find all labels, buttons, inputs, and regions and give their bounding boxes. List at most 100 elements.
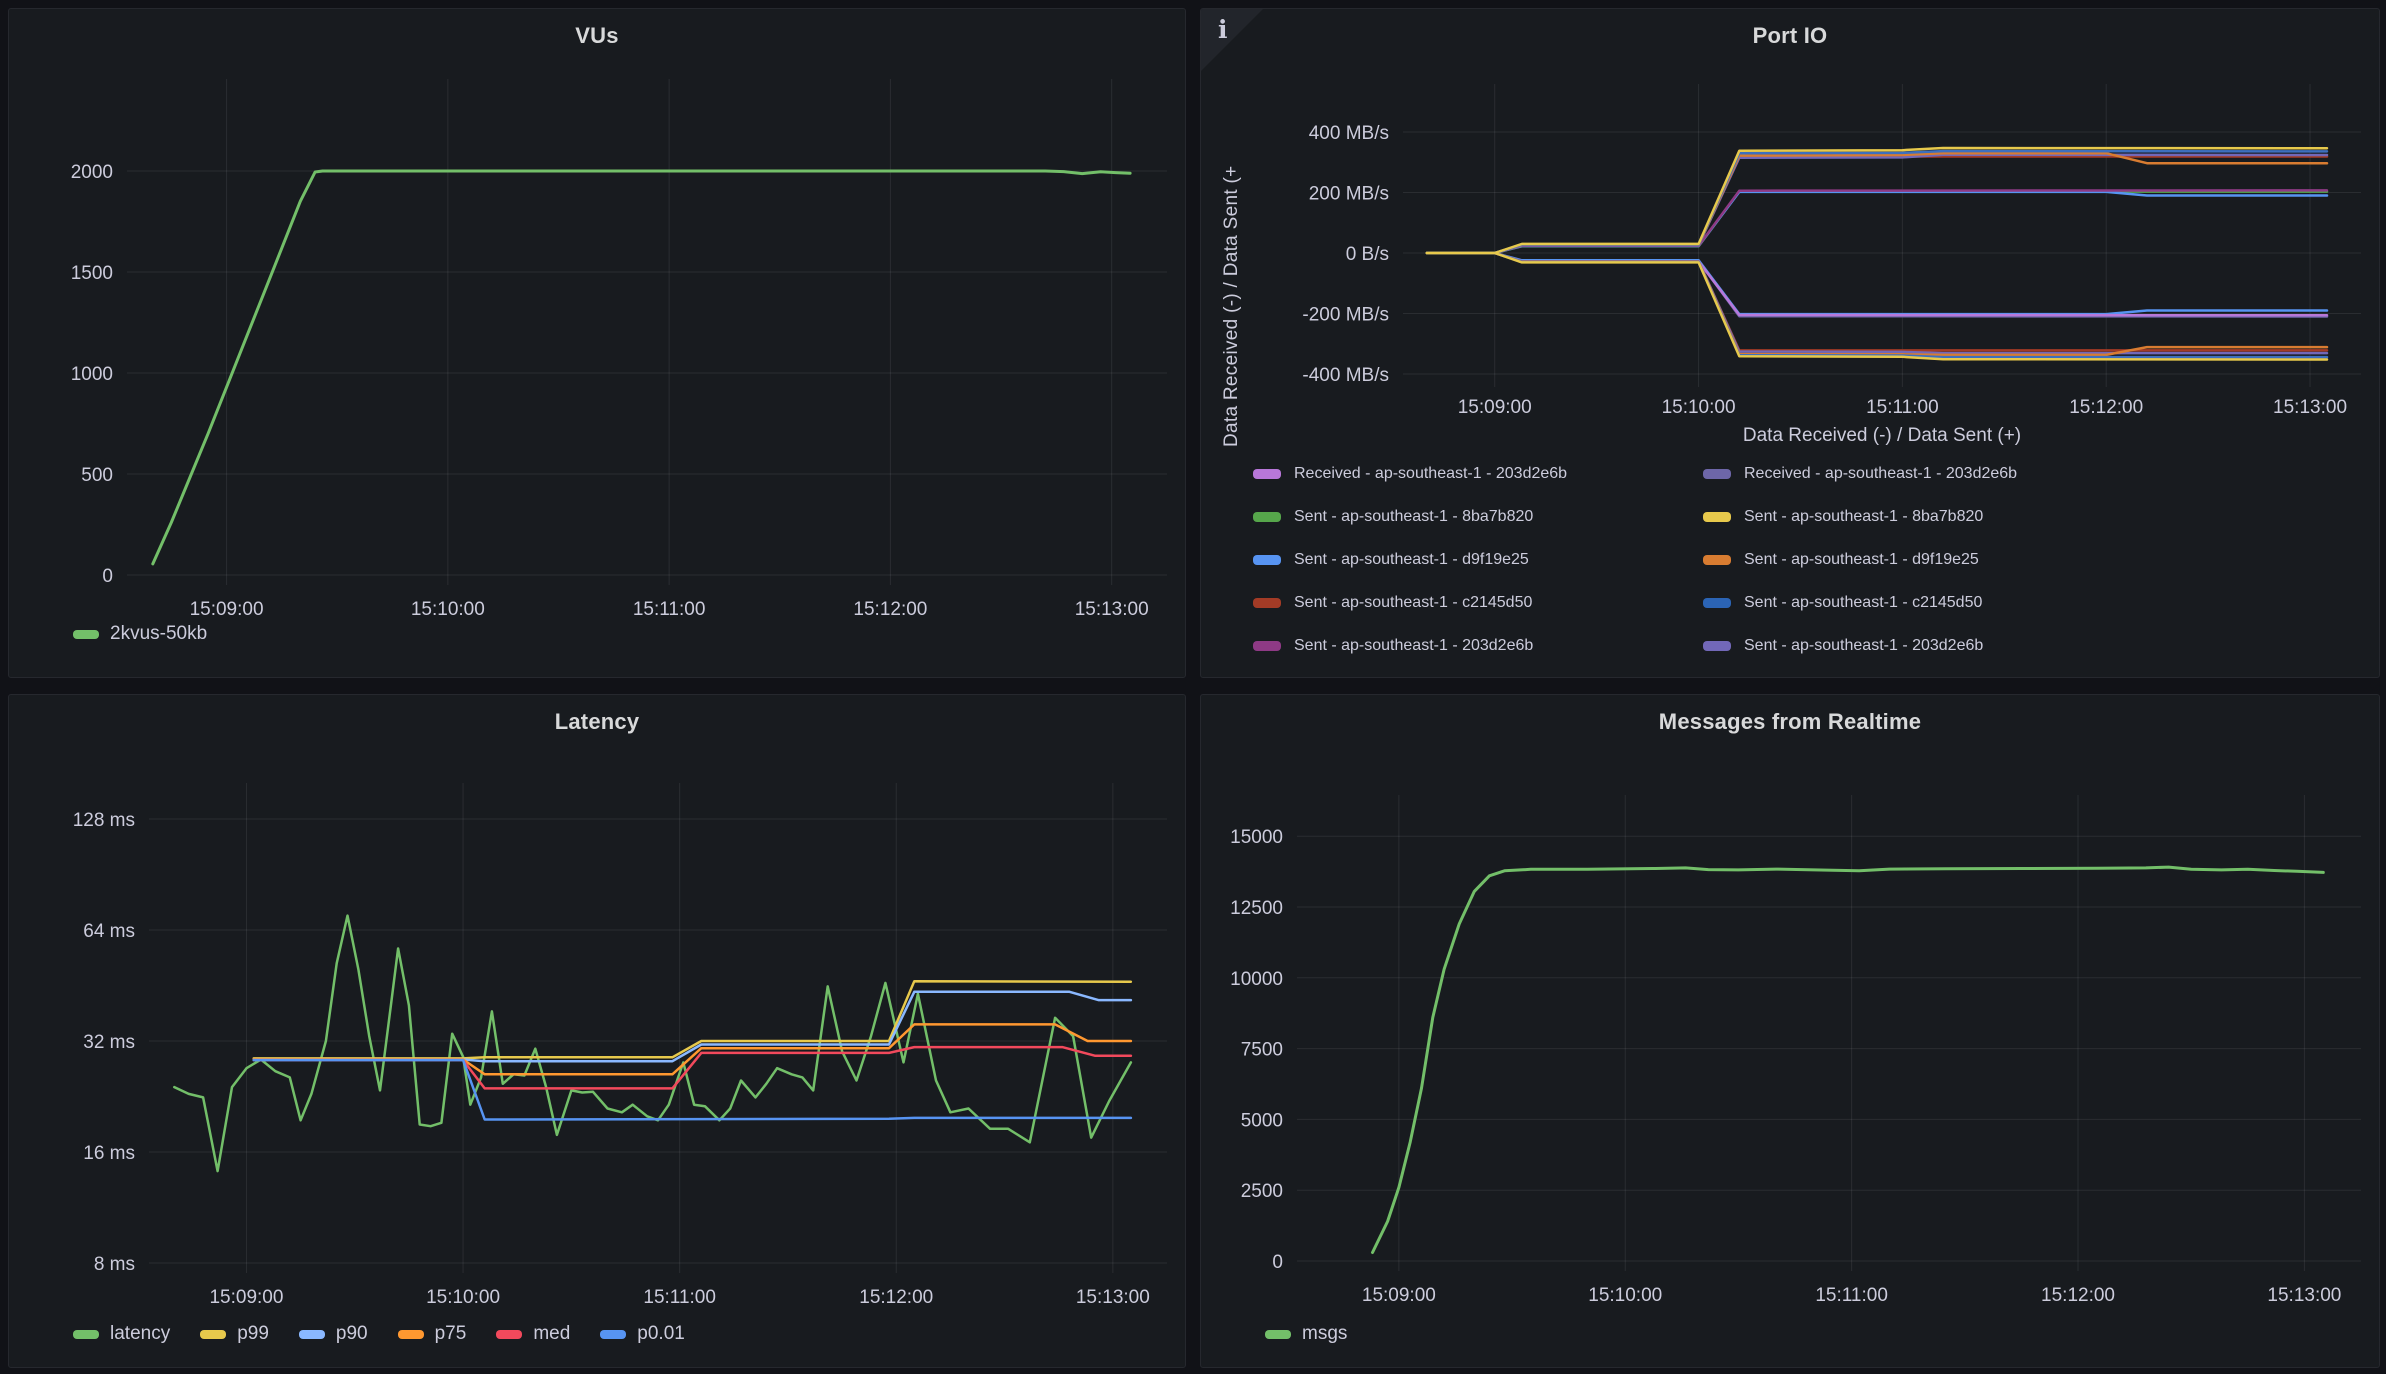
svg-text:15:11:00: 15:11:00 <box>1815 1285 1888 1306</box>
port-io-legend-column-2: Received - ap-southeast-1 - 203d2e6b Sent… <box>1703 461 2017 667</box>
series-recv-c2145d50-darkred-line <box>1427 253 2327 350</box>
series-recv-203d2e6b-purple-line <box>1427 253 2327 353</box>
legend-item-Received-ap-southeast-1-203d2e6b[interactable]: Received - ap-southeast-1 - 203d2e6b <box>1703 461 2017 495</box>
series-recv-c2145d50-blue-line <box>1427 253 2327 357</box>
legend-label: p0.01 <box>637 1323 685 1345</box>
vus-chart[interactable]: 200015001000500015:09:0015:10:0015:11:00… <box>9 9 1185 677</box>
gridlines <box>127 79 1167 585</box>
svg-text:2000: 2000 <box>71 162 113 183</box>
legend-item-latency[interactable]: latency <box>73 1323 170 1345</box>
legend-label: msgs <box>1302 1323 1347 1345</box>
legend-swatch <box>1253 512 1281 522</box>
panel-title-vus[interactable]: VUs <box>9 23 1185 49</box>
legend-swatch <box>398 1330 424 1339</box>
legend-swatch <box>600 1330 626 1339</box>
series-recv-d9f19e25-orange-line <box>1427 253 2327 355</box>
legend-label: p75 <box>435 1323 467 1345</box>
legend-label: p99 <box>237 1323 269 1345</box>
svg-text:500: 500 <box>81 465 113 486</box>
panel-info-corner[interactable] <box>1201 9 1263 71</box>
legend-swatch <box>1703 641 1731 651</box>
latency-chart[interactable]: 128 ms64 ms32 ms16 ms8 ms15:09:0015:10:0… <box>9 695 1185 1367</box>
legend-item-Sent-ap-southeast-1-d9f19e25[interactable]: Sent - ap-southeast-1 - d9f19e25 <box>1703 538 2017 581</box>
svg-text:16 ms: 16 ms <box>83 1143 135 1164</box>
port-io-legend-column-1: Received - ap-southeast-1 - 203d2e6bSent… <box>1253 461 1567 667</box>
svg-text:128 ms: 128 ms <box>73 810 135 831</box>
legend-swatch <box>73 1330 99 1339</box>
svg-text:12500: 12500 <box>1230 898 1283 919</box>
legend-item-p75[interactable]: p75 <box>398 1323 467 1345</box>
panel-title-latency[interactable]: Latency <box>9 709 1185 735</box>
svg-text:15:13:00: 15:13:00 <box>2273 397 2347 418</box>
svg-text:15:11:00: 15:11:00 <box>643 1287 716 1308</box>
legend-item-Sent-ap-southeast-1-c2145d50[interactable]: Sent - ap-southeast-1 - c2145d50 <box>1253 581 1567 624</box>
legend-label: Sent - ap-southeast-1 - 203d2e6b <box>1744 637 1983 655</box>
legend-label: latency <box>110 1323 170 1345</box>
legend-item-med[interactable]: med <box>496 1323 570 1345</box>
messages-from-realtime-legend: msgs <box>1265 1323 1347 1345</box>
legend-item-Received-ap-southeast-1-203d2e6b[interactable]: Received - ap-southeast-1 - 203d2e6b <box>1253 461 1567 495</box>
svg-text:8 ms: 8 ms <box>94 1254 135 1275</box>
legend-item-2kvus-50kb[interactable]: 2kvus-50kb <box>73 623 207 645</box>
legend-item-Sent-ap-southeast-1-d9f19e25[interactable]: Sent - ap-southeast-1 - d9f19e25 <box>1253 538 1567 581</box>
legend-label: Sent - ap-southeast-1 - c2145d50 <box>1294 594 1532 612</box>
svg-text:15:10:00: 15:10:00 <box>426 1287 500 1308</box>
panel-title-messages[interactable]: Messages from Realtime <box>1201 709 2379 735</box>
messages-from-realtime-chart[interactable]: 1500012500100007500500025000 15:09:00 15:1… <box>1201 695 2379 1367</box>
legend-item-Sent-ap-southeast-1-8ba7b820[interactable]: Sent - ap-southeast-1 - 8ba7b820 <box>1703 495 2017 538</box>
svg-text:-200 MB/s: -200 MB/s <box>1302 305 1389 326</box>
legend-item-Sent-ap-southeast-1-203d2e6b[interactable]: Sent - ap-southeast-1 - 203d2e6b <box>1703 624 2017 667</box>
svg-text:32 ms: 32 ms <box>83 1032 135 1053</box>
legend-swatch <box>1253 555 1281 565</box>
svg-text:15:12:00: 15:12:00 <box>2041 1285 2115 1306</box>
gridlines <box>1297 795 2361 1271</box>
x-axis-tick-labels: 15:09:0015:10:0015:11:0015:12:0015:13:00 <box>190 599 1149 620</box>
panel-title-port-io[interactable]: Port IO <box>1201 23 2379 49</box>
svg-text:15:13:00: 15:13:00 <box>1076 1287 1150 1308</box>
svg-text:-400 MB/s: -400 MB/s <box>1302 365 1389 386</box>
legend-label: Sent - ap-southeast-1 - c2145d50 <box>1744 594 1982 612</box>
gridlines <box>1403 84 2361 387</box>
legend-swatch <box>1703 598 1731 608</box>
legend-label: p90 <box>336 1323 368 1345</box>
svg-text:7500: 7500 <box>1241 1040 1283 1061</box>
y-axis-tick-labels: 400 MB/s200 MB/s0 B/s-200 MB/s-400 MB/s <box>1302 123 1389 386</box>
legend-label: med <box>533 1323 570 1345</box>
legend-item-msgs[interactable]: msgs <box>1265 1323 1347 1345</box>
legend-label: Sent - ap-southeast-1 - 8ba7b820 <box>1744 508 1983 526</box>
legend-swatch <box>1703 469 1731 479</box>
y-axis-tick-labels: 2000150010005000 <box>71 162 113 587</box>
legend-item-Sent-ap-southeast-1-c2145d50[interactable]: Sent - ap-southeast-1 - c2145d50 <box>1703 581 2017 624</box>
series-sent-c2145d50-darkred-line <box>1427 157 2327 254</box>
legend-label: Sent - ap-southeast-1 - d9f19e25 <box>1294 551 1529 569</box>
svg-text:15:12:00: 15:12:00 <box>2069 397 2143 418</box>
svg-text:15:13:00: 15:13:00 <box>1075 599 1149 620</box>
series-2kvus-50kb-line <box>153 171 1130 564</box>
info-icon[interactable]: i <box>1218 15 1228 44</box>
legend-item-p99[interactable]: p99 <box>200 1323 269 1345</box>
legend-swatch <box>73 630 99 639</box>
legend-swatch <box>1253 469 1281 479</box>
series-msgs-line <box>1373 867 2324 1252</box>
legend-swatch <box>1253 641 1281 651</box>
svg-text:15:09:00: 15:09:00 <box>1458 397 1532 418</box>
svg-text:0: 0 <box>102 566 113 587</box>
legend-item-Sent-ap-southeast-1-8ba7b820[interactable]: Sent - ap-southeast-1 - 8ba7b820 <box>1253 495 1567 538</box>
svg-text:15:09:00: 15:09:00 <box>1362 1285 1436 1306</box>
y-axis-tick-labels: 1500012500100007500500025000 <box>1230 827 1283 1273</box>
svg-text:1500: 1500 <box>71 263 113 284</box>
legend-item-p90[interactable]: p90 <box>299 1323 368 1345</box>
port-io-legend: Received - ap-southeast-1 - 203d2e6bSent… <box>1201 461 2379 669</box>
legend-label: Sent - ap-southeast-1 - d9f19e25 <box>1744 551 1979 569</box>
legend-swatch <box>299 1330 325 1339</box>
svg-text:15:13:00: 15:13:00 <box>2267 1285 2341 1306</box>
legend-swatch <box>1703 512 1731 522</box>
legend-label: 2kvus-50kb <box>110 623 207 645</box>
series-latency-line <box>174 916 1131 1172</box>
legend-item-Sent-ap-southeast-1-203d2e6b[interactable]: Sent - ap-southeast-1 - 203d2e6b <box>1253 624 1567 667</box>
svg-text:15:11:00: 15:11:00 <box>633 599 706 620</box>
legend-swatch <box>200 1330 226 1339</box>
legend-label: Sent - ap-southeast-1 - 203d2e6b <box>1294 637 1533 655</box>
legend-item-p0-01[interactable]: p0.01 <box>600 1323 685 1345</box>
panel-vus: VUs 200015001000500015:09:0015:10:0015:1… <box>8 8 1186 678</box>
